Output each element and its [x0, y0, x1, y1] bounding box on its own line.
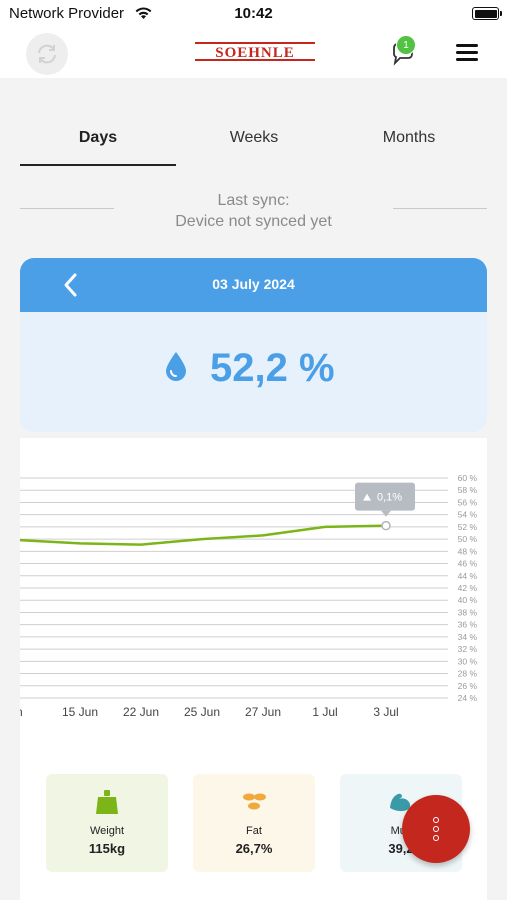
y-tick-label: 52 %: [458, 522, 478, 532]
y-tick-label: 44 %: [458, 571, 478, 581]
divider: [393, 208, 487, 209]
more-dot-icon: [433, 826, 439, 832]
y-tick-label: 54 %: [458, 510, 478, 520]
water-chart: 60 % 58 % 56 % 54 % 52 % 50 % 48 % 46 % 44 % 42 %…: [20, 438, 487, 758]
period-tabs: Days Weeks Months: [20, 118, 487, 168]
x-tick-label: 25 Jun: [184, 705, 220, 719]
x-tick-label: 15 Jun: [62, 705, 98, 719]
sync-icon: [38, 44, 56, 64]
soehnle-logo: SOEHNLE: [195, 42, 315, 61]
weight-icon: [96, 790, 118, 814]
divider: [20, 208, 114, 209]
y-tick-label: 36 %: [458, 620, 478, 630]
sync-status: Last sync: Device not synced yet: [120, 190, 387, 232]
y-tick-label: 30 %: [458, 656, 478, 666]
metric-value: 26,7%: [235, 841, 273, 856]
y-tick-label: 48 %: [458, 546, 478, 556]
more-dot-icon: [433, 835, 439, 841]
data-point: [381, 520, 391, 531]
sync-button[interactable]: [26, 33, 68, 75]
x-tick-label: 27 Jun: [245, 705, 281, 719]
tab-months[interactable]: Months: [331, 118, 487, 166]
metric-card-fat[interactable]: Fat 26,7%: [193, 774, 315, 872]
tooltip-label: 0,1%: [377, 492, 402, 504]
y-tick-label: 24 %: [458, 693, 478, 703]
y-tick-label: 32 %: [458, 644, 478, 654]
x-tick-label: 3 Jul: [373, 705, 398, 719]
metric-label: Weight: [89, 825, 125, 837]
status-bar: Network Provider 10:42: [0, 0, 507, 30]
y-tick-label: 40 %: [458, 595, 478, 605]
y-tick-label: 46 %: [458, 559, 478, 569]
metric-label: Fat: [246, 825, 262, 837]
chart-canvas: 60 % 58 % 56 % 54 % 52 % 50 % 48 % 46 % 44 % 42 %…: [20, 473, 478, 719]
content-area: Days Weeks Months Last sync: Device not …: [0, 78, 507, 900]
water-drop-icon: [166, 352, 186, 381]
fat-icon: [243, 793, 266, 810]
y-tick-label: 34 %: [458, 632, 478, 642]
y-tick-label: 26 %: [458, 681, 478, 691]
y-tick-label: 42 %: [458, 583, 478, 593]
x-tick-label: 1 Jul: [312, 705, 337, 719]
y-tick-label: 50 %: [458, 534, 478, 544]
sync-label: Last sync:: [217, 192, 290, 209]
y-tick-label: 28 %: [458, 669, 478, 679]
y-tick-label: 56 %: [458, 497, 478, 507]
more-dot-icon: [433, 817, 439, 823]
app-header: SOEHNLE 1: [0, 30, 507, 78]
y-tick-label: 58 %: [458, 485, 478, 495]
sync-value: Device not synced yet: [175, 213, 332, 230]
y-tick-label: 38 %: [458, 607, 478, 617]
selected-date: 03 July 2024: [212, 276, 295, 292]
more-actions-button[interactable]: [402, 795, 470, 863]
y-tick-label: 60 %: [458, 473, 478, 483]
tab-underline: [20, 164, 176, 166]
series-line: [20, 524, 387, 546]
value-card: 52,2 %: [20, 312, 487, 432]
x-tick-label: 22 Jun: [123, 705, 159, 719]
clock: 10:42: [234, 5, 273, 22]
x-tick-label: Jun: [20, 705, 23, 719]
battery-icon: [472, 7, 502, 20]
metric-value: 115kg: [88, 841, 126, 856]
body-water-value: 52,2 %: [210, 346, 335, 390]
date-header: 03 July 2024: [20, 258, 487, 312]
notification-badge: 1: [396, 35, 416, 55]
tab-days[interactable]: Days: [20, 118, 176, 166]
tab-weeks[interactable]: Weeks: [176, 118, 332, 166]
svg-text:SOEHNLE: SOEHNLE: [215, 45, 295, 61]
tooltip-pointer: [381, 510, 391, 517]
menu-button[interactable]: [456, 44, 480, 62]
metric-card-weight[interactable]: Weight 115kg: [46, 774, 168, 872]
